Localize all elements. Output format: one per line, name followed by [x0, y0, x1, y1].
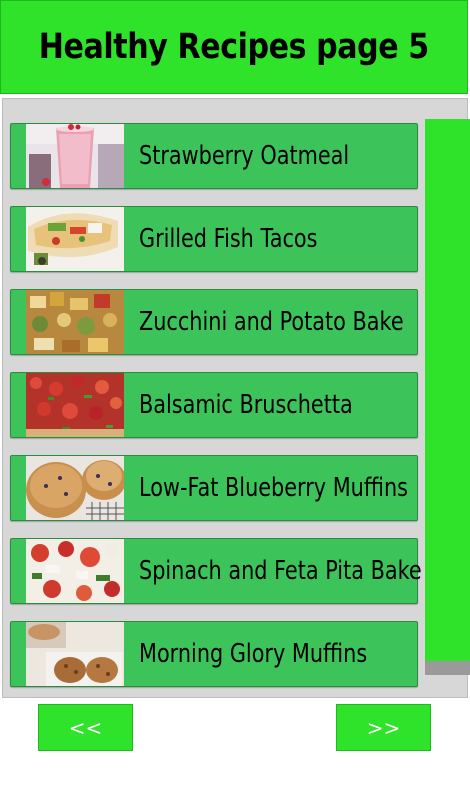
- next-page-button[interactable]: >>: [336, 704, 431, 751]
- zucchini-potato-bake-image: [26, 290, 124, 354]
- morning-glory-muffins-image: [26, 622, 124, 686]
- bruschetta-image: [26, 373, 124, 437]
- recipe-label: Zucchini and Potato Bake: [139, 307, 404, 337]
- recipe-label: Strawberry Oatmeal: [139, 141, 350, 171]
- recipe-list-screen: Healthy Recipes page 5 Strawberry Oatmea…: [0, 0, 470, 800]
- recipe-label: Morning Glory Muffins: [139, 639, 368, 669]
- recipe-item-spinach-feta-pita[interactable]: Spinach and Feta Pita Bake: [10, 538, 422, 604]
- strawberry-smoothie-image: [26, 124, 124, 188]
- scrollbar-thumb[interactable]: [425, 119, 470, 661]
- scrollbar-track[interactable]: [425, 119, 470, 675]
- spinach-feta-pita-image: [26, 539, 124, 603]
- recipe-item-blueberry-muffins[interactable]: Low-Fat Blueberry Muffins: [10, 455, 418, 521]
- recipe-item-balsamic-bruschetta[interactable]: Balsamic Bruschetta: [10, 372, 418, 438]
- previous-page-button[interactable]: <<: [38, 704, 133, 751]
- page-title: Healthy Recipes page 5: [38, 27, 430, 67]
- recipe-label: Grilled Fish Tacos: [139, 224, 318, 254]
- recipe-list: Strawberry Oatmeal Grilled Fish Tacos Zu…: [10, 123, 422, 704]
- recipe-label: Balsamic Bruschetta: [139, 390, 353, 420]
- recipe-label: Spinach and Feta Pita Bake: [139, 556, 422, 586]
- recipe-label: Low-Fat Blueberry Muffins: [139, 473, 408, 503]
- title-bar: Healthy Recipes page 5: [0, 0, 468, 94]
- recipe-item-zucchini-potato-bake[interactable]: Zucchini and Potato Bake: [10, 289, 418, 355]
- recipe-item-strawberry-oatmeal[interactable]: Strawberry Oatmeal: [10, 123, 418, 189]
- recipe-item-morning-glory-muffins[interactable]: Morning Glory Muffins: [10, 621, 418, 687]
- recipe-list-panel: Strawberry Oatmeal Grilled Fish Tacos Zu…: [2, 98, 470, 698]
- fish-tacos-image: [26, 207, 124, 271]
- blueberry-muffins-image: [26, 456, 124, 520]
- recipe-item-grilled-fish-tacos[interactable]: Grilled Fish Tacos: [10, 206, 418, 272]
